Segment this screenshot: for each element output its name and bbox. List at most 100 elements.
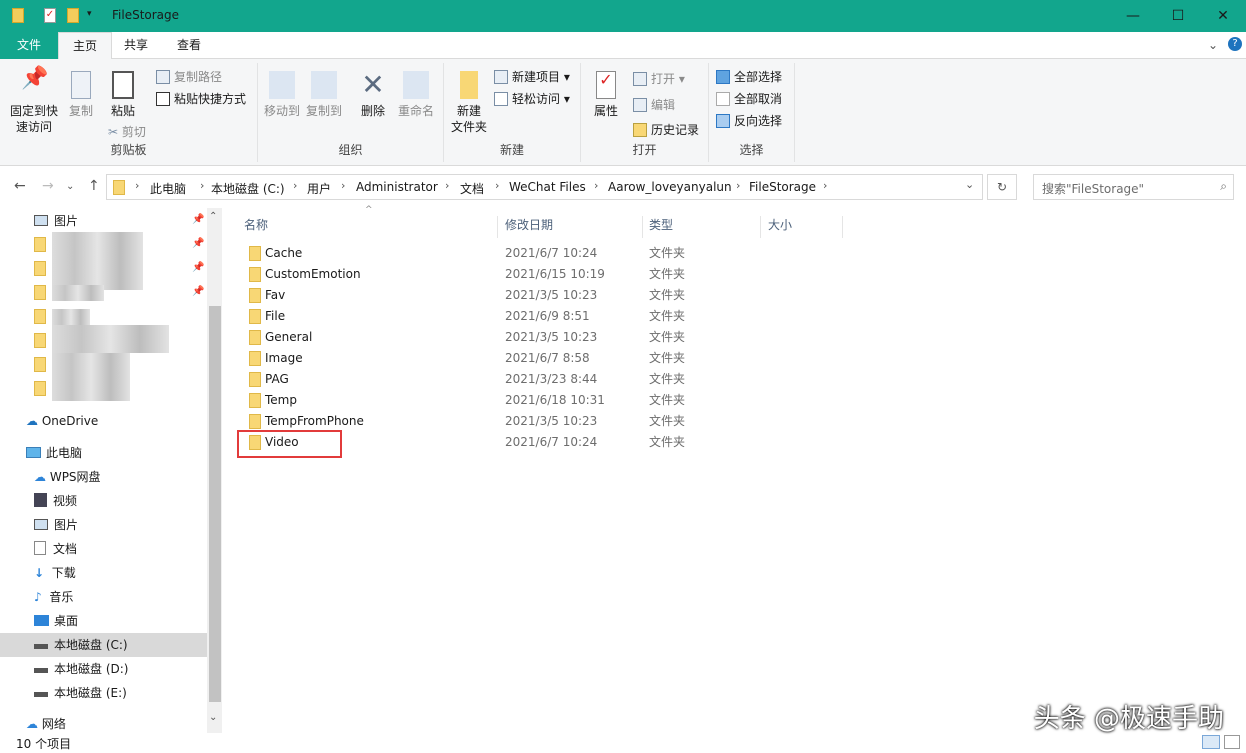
sidebar-item-documents[interactable]: 文档: [0, 537, 207, 561]
file-date: 2021/3/23 8:44: [505, 372, 598, 386]
tab-home[interactable]: 主页: [58, 32, 113, 60]
pin-icon: 📌: [192, 214, 205, 225]
minimize-button[interactable]: —: [1110, 0, 1156, 32]
file-date: 2021/3/5 10:23: [505, 288, 598, 302]
file-name: Fav: [265, 288, 286, 302]
sidebar-item-this-pc[interactable]: 此电脑: [0, 441, 207, 465]
scroll-up-icon[interactable]: ⌃: [209, 211, 217, 222]
address-dropdown-icon[interactable]: ⌄: [965, 178, 974, 191]
tab-view[interactable]: 查看: [163, 32, 215, 59]
column-header-size[interactable]: 大小: [761, 216, 843, 238]
close-button[interactable]: ✕: [1200, 0, 1246, 32]
maximize-button[interactable]: ☐: [1155, 0, 1201, 32]
sidebar-item-music[interactable]: ♪ 音乐: [0, 585, 207, 609]
copy-to-button[interactable]: 复制到: [304, 71, 344, 119]
sidebar-item-pictures[interactable]: 图片: [0, 513, 207, 537]
file-row[interactable]: Temp 2021/6/18 10:31 文件夹: [240, 390, 840, 411]
breadcrumb-users[interactable]: 用户: [307, 180, 331, 197]
sidebar-item-wps[interactable]: ☁ WPS网盘: [0, 465, 207, 489]
column-header-name[interactable]: 名称: [237, 216, 498, 238]
paste-shortcut-button[interactable]: 粘贴快捷方式: [156, 91, 246, 107]
quick-access-folder-icon: [34, 261, 46, 276]
sidebar-item-d-drive[interactable]: 本地磁盘 (D:): [0, 657, 207, 681]
easy-access-button[interactable]: 轻松访问 ▾: [494, 91, 570, 107]
breadcrumb-c-drive[interactable]: 本地磁盘 (C:): [211, 180, 285, 197]
file-row[interactable]: Cache 2021/6/7 10:24 文件夹: [240, 243, 840, 264]
file-row[interactable]: General 2021/3/5 10:23 文件夹: [240, 327, 840, 348]
file-date: 2021/3/5 10:23: [505, 330, 598, 344]
breadcrumb-filestorage[interactable]: FileStorage: [749, 180, 816, 194]
rename-button[interactable]: 重命名: [394, 71, 438, 119]
paste-button[interactable]: 粘贴: [104, 71, 142, 119]
folder-icon: [249, 246, 261, 261]
sidebar-item-downloads[interactable]: ↓ 下载: [0, 561, 207, 585]
sidebar-item-desktop[interactable]: 桌面: [0, 609, 207, 633]
sidebar-item-e-drive[interactable]: 本地磁盘 (E:): [0, 681, 207, 705]
delete-x-icon: ✕: [361, 68, 385, 101]
new-folder-button[interactable]: 新建 文件夹: [448, 71, 490, 135]
file-row[interactable]: CustomEmotion 2021/6/15 10:19 文件夹: [240, 264, 840, 285]
file-row[interactable]: File 2021/6/9 8:51 文件夹: [240, 306, 840, 327]
folder-icon: [12, 8, 24, 23]
sidebar-item-c-drive[interactable]: 本地磁盘 (C:): [0, 633, 207, 657]
delete-button[interactable]: ✕ 删除: [356, 71, 390, 119]
select-none-button[interactable]: 全部取消: [716, 91, 782, 107]
cut-button[interactable]: ✂ 剪切: [108, 124, 146, 140]
forward-button[interactable]: →: [42, 178, 54, 194]
recent-locations-icon[interactable]: ⌄: [66, 181, 74, 192]
new-folder-quick-icon[interactable]: [67, 8, 79, 23]
breadcrumb-administrator[interactable]: Administrator: [356, 180, 438, 194]
history-button[interactable]: 历史记录: [633, 122, 699, 138]
edit-button[interactable]: 编辑: [633, 97, 675, 113]
search-input[interactable]: 搜索"FileStorage" ⌕: [1033, 174, 1234, 200]
large-icons-view-button[interactable]: [1224, 735, 1240, 749]
breadcrumb-this-pc[interactable]: 此电脑: [150, 180, 186, 197]
properties-button[interactable]: ✓ 属性: [589, 71, 623, 119]
scrollbar-thumb[interactable]: [209, 306, 221, 702]
file-row[interactable]: Image 2021/6/7 8:58 文件夹: [240, 348, 840, 369]
customize-toolbar-icon[interactable]: ▾: [87, 9, 92, 19]
open-group-label: 打开: [632, 143, 657, 157]
highlight-box: [237, 430, 342, 458]
sidebar-item-onedrive[interactable]: ☁ OneDrive: [0, 409, 207, 433]
folder-icon: [249, 288, 261, 303]
select-all-button[interactable]: 全部选择: [716, 69, 782, 85]
file-row[interactable]: TempFromPhone 2021/3/5 10:23 文件夹: [240, 411, 840, 432]
tab-share[interactable]: 共享: [110, 32, 162, 59]
folder-icon: [249, 372, 261, 387]
scroll-down-icon[interactable]: ⌄: [209, 712, 217, 723]
network-icon: ☁: [26, 717, 38, 731]
select-all-icon: [716, 70, 730, 84]
history-icon: [633, 123, 647, 137]
refresh-button[interactable]: ↻: [987, 174, 1017, 200]
new-item-button[interactable]: 新建项目 ▾: [494, 69, 570, 85]
file-row[interactable]: PAG 2021/3/23 8:44 文件夹: [240, 369, 840, 390]
open-button[interactable]: 打开 ▾: [633, 71, 685, 87]
video-icon: [34, 493, 47, 507]
breadcrumb-user-folder[interactable]: Aarow_loveyanyalun: [608, 180, 732, 194]
column-header-type[interactable]: 类型: [643, 216, 761, 238]
expand-ribbon-icon[interactable]: ⌄: [1208, 38, 1218, 52]
move-to-button[interactable]: 移动到: [262, 71, 302, 119]
properties-quick-icon[interactable]: ✓: [44, 8, 56, 23]
copy-button[interactable]: 复制: [64, 71, 98, 119]
file-type: 文件夹: [649, 435, 686, 449]
details-view-button[interactable]: [1202, 735, 1220, 749]
column-header-date[interactable]: 修改日期: [498, 216, 643, 238]
tab-file[interactable]: 文件: [0, 32, 58, 59]
quick-access-folder-icon: [34, 381, 46, 396]
folder-icon: [249, 393, 261, 408]
sidebar-item-videos[interactable]: 视频: [0, 489, 207, 513]
breadcrumb-wechat-files[interactable]: WeChat Files: [509, 180, 586, 194]
file-type: 文件夹: [649, 288, 686, 302]
up-button[interactable]: ↑: [88, 178, 100, 194]
back-button[interactable]: ←: [14, 178, 26, 194]
file-row[interactable]: Fav 2021/3/5 10:23 文件夹: [240, 285, 840, 306]
address-bar[interactable]: › 此电脑 › 本地磁盘 (C:) › 用户 › Administrator ›…: [106, 174, 983, 200]
copy-path-button[interactable]: 复制路径: [156, 69, 222, 85]
help-icon[interactable]: ?: [1228, 37, 1242, 51]
invert-selection-button[interactable]: 反向选择: [716, 113, 782, 129]
breadcrumb-documents[interactable]: 文档: [460, 180, 484, 197]
pin-quick-access-button[interactable]: 📌 固定到快 速访问: [6, 68, 62, 135]
sidebar-item-pictures-quick[interactable]: 图片: [0, 209, 207, 233]
